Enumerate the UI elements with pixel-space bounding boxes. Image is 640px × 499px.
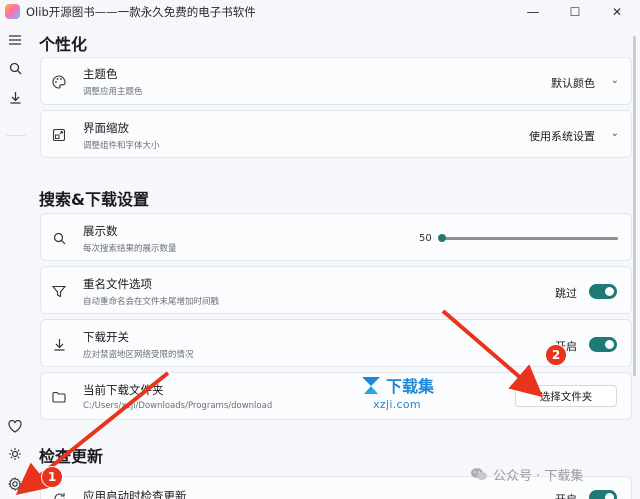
settings-page: 个性化 主题色 调整应用主题色 默认颜色 ⌄ 界面缩放 调整组件和字体大小 使用…	[30, 24, 640, 499]
watermark: 下载集 xzji.com	[360, 373, 434, 411]
app-logo-icon	[5, 4, 20, 19]
refresh-icon	[51, 490, 67, 499]
result-count-setting: 展示数 每次搜索结果的展示数量 50	[40, 213, 632, 261]
slider-thumb[interactable]	[438, 234, 446, 242]
minimize-button[interactable]: —	[512, 0, 554, 24]
auto-update-toggle-label: 开启	[555, 491, 577, 499]
zoom-frame-icon	[51, 127, 67, 143]
download-folder-path: C:/Users/xzji/Downloads/Programs/downloa…	[83, 401, 273, 411]
result-count-slider[interactable]	[442, 237, 618, 240]
rename-toggle-label: 跳过	[555, 287, 577, 300]
auto-update-toggle[interactable]	[589, 490, 617, 499]
result-count-title: 展示数	[83, 224, 118, 238]
title-bar: Olib开源图书——一款永久免费的电子书软件 — ☐ ✕	[0, 0, 640, 24]
navigation-rail	[0, 24, 30, 499]
rename-option-title: 重名文件选项	[83, 277, 152, 291]
rename-toggle[interactable]	[589, 284, 617, 299]
download-folder-title: 当前下载文件夹	[83, 383, 164, 397]
theme-sun-icon[interactable]	[0, 442, 30, 466]
theme-color-title: 主题色	[83, 67, 118, 81]
wechat-watermark: 公众号 · 下载集	[470, 465, 583, 484]
section-title-personalize: 个性化	[39, 35, 88, 54]
rail-divider	[6, 135, 26, 136]
maximize-button[interactable]: ☐	[554, 0, 596, 24]
interface-scale-setting[interactable]: 界面缩放 调整组件和字体大小 使用系统设置 ⌄	[40, 110, 632, 158]
download-folder-setting: 当前下载文件夹 C:/Users/xzji/Downloads/Programs…	[40, 372, 632, 420]
heart-icon[interactable]	[0, 414, 30, 438]
watermark-url: xzji.com	[373, 398, 421, 411]
download-switch-title: 下载开关	[83, 330, 129, 344]
interface-scale-subtitle: 调整组件和字体大小	[83, 141, 160, 151]
result-count-value: 50	[419, 233, 432, 244]
theme-color-setting[interactable]: 主题色 调整应用主题色 默认颜色 ⌄	[40, 57, 632, 105]
search-icon[interactable]	[0, 56, 30, 80]
theme-color-value[interactable]: 默认颜色	[551, 75, 595, 91]
folder-icon	[51, 389, 67, 405]
auto-update-title: 应用启动时检查更新	[83, 489, 187, 499]
chevron-down-icon[interactable]: ⌄	[611, 75, 619, 86]
annotation-badge-1: 1	[41, 466, 63, 488]
filter-icon	[51, 283, 67, 299]
download-toggle[interactable]	[589, 337, 617, 352]
download-switch-subtitle: 应对禁盗地区网络受限的情况	[83, 350, 194, 360]
watermark-name: 下载集	[386, 377, 435, 396]
scrollbar[interactable]	[633, 36, 636, 376]
close-button[interactable]: ✕	[596, 0, 638, 24]
interface-scale-value[interactable]: 使用系统设置	[529, 128, 595, 144]
rename-option-subtitle: 自动重命名会在文件末尾增加时间戳	[83, 297, 220, 307]
rename-option-setting: 重名文件选项 自动重命名会在文件末尾增加时间戳 跳过	[40, 266, 632, 314]
section-title-update: 检查更新	[39, 447, 104, 466]
palette-icon	[51, 74, 67, 90]
menu-icon[interactable]	[0, 28, 30, 52]
settings-gear-icon[interactable]	[0, 472, 30, 496]
wechat-icon	[471, 468, 487, 480]
download-switch-setting: 下载开关 应对禁盗地区网络受限的情况 开启	[40, 319, 632, 367]
interface-scale-title: 界面缩放	[83, 121, 129, 135]
search-icon	[51, 230, 67, 246]
result-count-subtitle: 每次搜索结果的展示数量	[83, 244, 177, 254]
download-icon	[51, 336, 67, 352]
choose-folder-button[interactable]: 选择文件夹	[515, 385, 617, 407]
chevron-down-icon[interactable]: ⌄	[611, 128, 619, 139]
theme-color-subtitle: 调整应用主题色	[83, 87, 143, 97]
wechat-watermark-text: 公众号 · 下载集	[493, 469, 584, 484]
window-title: Olib开源图书——一款永久免费的电子书软件	[26, 5, 256, 19]
download-icon[interactable]	[0, 85, 30, 109]
section-title-search-download: 搜索&下载设置	[39, 190, 149, 209]
annotation-badge-2: 2	[545, 344, 567, 366]
watermark-logo-icon	[362, 377, 380, 394]
